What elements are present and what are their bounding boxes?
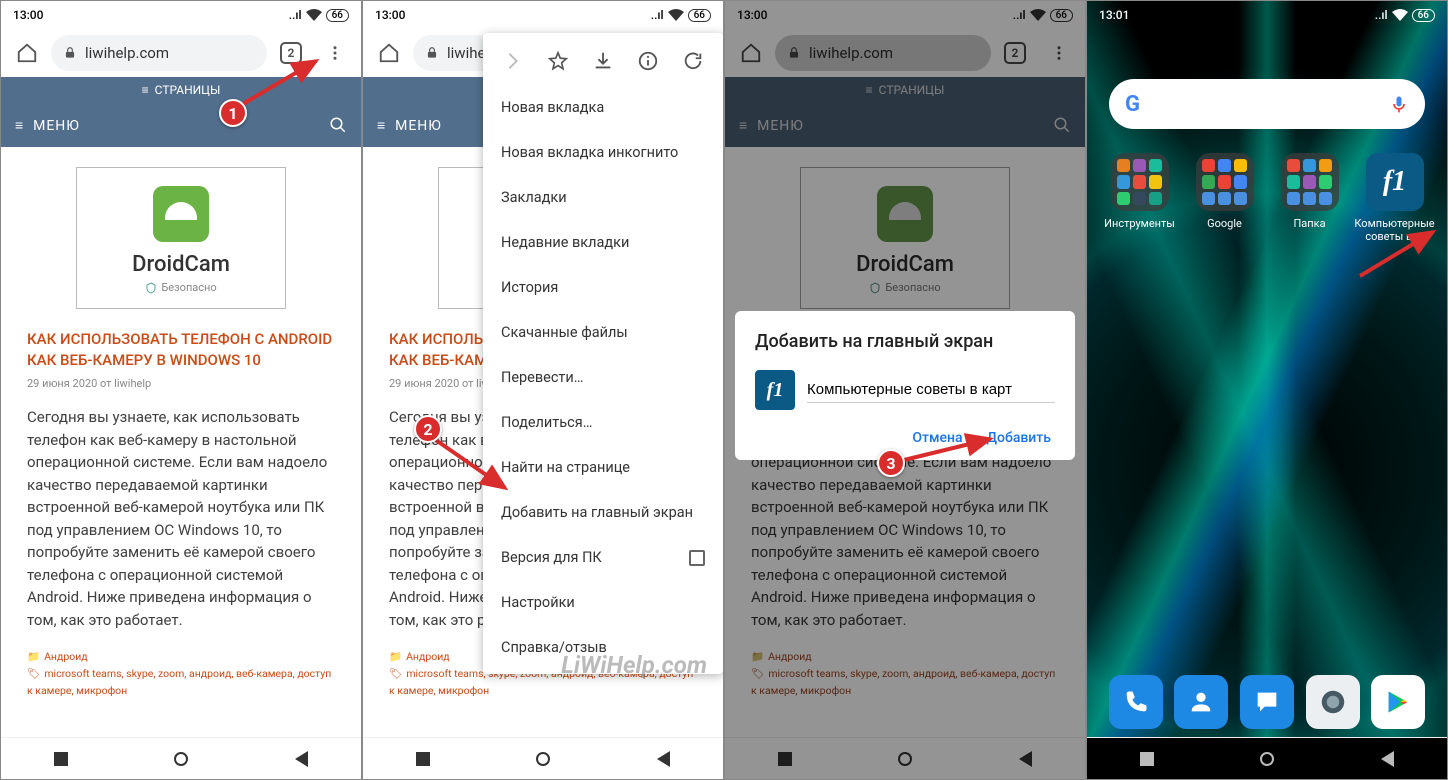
article-body: Сегодня вы узнаете, как использовать тел… (27, 406, 335, 631)
info-icon[interactable] (637, 50, 659, 72)
step-marker-1: 1 (219, 99, 247, 127)
recent-apps-button[interactable] (1140, 752, 1154, 766)
site-favicon: f1 (755, 370, 795, 410)
folder-instruments[interactable]: Инструменты (1099, 153, 1180, 243)
phone-screenshot-3: 13:00..ıl66 liwihelp.com 2 ≡ СТРАНИЦЫ ≡ … (724, 0, 1086, 780)
step-marker-3: 3 (877, 449, 905, 477)
article-meta: 29 июня 2020 от liwihelp (27, 377, 335, 390)
menu-history[interactable]: История (483, 265, 723, 310)
chrome-overflow-menu: Новая вкладка Новая вкладка инкогнито За… (483, 33, 723, 674)
home-icon[interactable] (369, 33, 409, 73)
menu-incognito[interactable]: Новая вкладка инкогнито (483, 130, 723, 175)
shortcut-name-input[interactable] (807, 377, 1055, 403)
recent-apps-button[interactable] (416, 752, 430, 766)
star-icon[interactable] (547, 50, 569, 72)
menu-bookmarks[interactable]: Закладки (483, 175, 723, 220)
contacts-app[interactable] (1174, 675, 1228, 729)
app-dock (1087, 675, 1447, 729)
home-icon[interactable] (7, 33, 47, 73)
back-button[interactable] (295, 751, 308, 767)
wifi-icon (306, 9, 322, 21)
status-bar: 13:00 ..ıl 66 (1, 1, 361, 29)
menu-new-tab[interactable]: Новая вкладка (483, 85, 723, 130)
home-button[interactable] (1260, 752, 1274, 766)
back-button[interactable] (1381, 751, 1394, 767)
download-icon[interactable] (592, 50, 614, 72)
google-search-bar[interactable]: G (1109, 79, 1425, 129)
watermark: LiWiHelp.com (561, 651, 707, 679)
android-nav-bar (1, 737, 361, 779)
menu-downloads[interactable]: Скачанные файлы (483, 310, 723, 355)
hamburger-menu[interactable]: ≡ МЕНЮ (15, 117, 80, 134)
step-marker-2: 2 (414, 415, 442, 443)
menu-recent-tabs[interactable]: Недавние вкладки (483, 220, 723, 265)
droidcam-icon (153, 186, 209, 242)
menu-translate[interactable]: Перевести… (483, 355, 723, 400)
play-store-app[interactable] (1371, 675, 1425, 729)
checkbox-icon[interactable] (689, 550, 705, 566)
home-button[interactable] (174, 752, 188, 766)
folder-papka[interactable]: Папка (1269, 153, 1350, 243)
recent-apps-button[interactable] (54, 752, 68, 766)
phone-screenshot-4: 13:01..ıl66 G Инструменты Google Папка f… (1086, 0, 1448, 780)
status-time: 13:00 (13, 8, 43, 22)
menu-desktop-site[interactable]: Версия для ПК (483, 535, 723, 580)
menu-settings[interactable]: Настройки (483, 580, 723, 625)
search-icon[interactable] (329, 116, 347, 134)
home-button[interactable] (536, 752, 550, 766)
article-image: DroidCam Безопасно (76, 167, 286, 309)
article-title[interactable]: КАК ИСПОЛЬЗОВАТЬ ТЕЛЕФОН С ANDROID КАК В… (27, 329, 335, 371)
phone-app[interactable] (1109, 675, 1163, 729)
article-content: DroidCam Безопасно КАК ИСПОЛЬЗОВАТЬ ТЕЛЕ… (1, 147, 361, 719)
dialog-title: Добавить на главный экран (755, 331, 1055, 352)
article-tags: 📁Андроид 🏷microsoft teams, skype, zoom, … (27, 649, 335, 699)
camera-app[interactable] (1306, 675, 1360, 729)
url-text: liwihelp.com (85, 44, 169, 62)
back-button[interactable] (657, 751, 670, 767)
mic-icon[interactable] (1389, 92, 1409, 116)
forward-icon[interactable] (502, 50, 524, 72)
folder-google[interactable]: Google (1184, 153, 1265, 243)
battery-icon: 66 (326, 9, 349, 22)
signal-icon: ..ıl (289, 8, 302, 22)
refresh-icon[interactable] (682, 50, 704, 72)
android-homescreen: 13:01..ıl66 G Инструменты Google Папка f… (1087, 1, 1447, 779)
phone-screenshot-1: 13:00 ..ıl 66 liwihelp.com 2 ≡ СТРАНИЦЫ … (0, 0, 362, 780)
phone-screenshot-2: 13:00..ıl66 liwihelp.com ≡ СТРАНИЦЫ ≡ МЕ… (362, 0, 724, 780)
lock-icon (63, 46, 77, 60)
messages-app[interactable] (1240, 675, 1294, 729)
google-icon: G (1125, 92, 1140, 117)
